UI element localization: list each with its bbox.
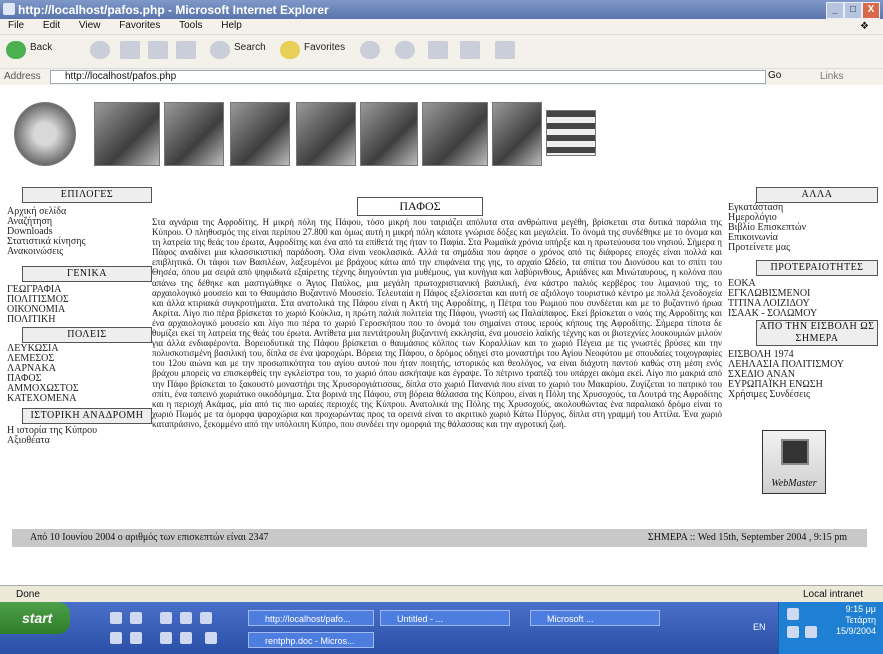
- nav-announcements-link[interactable]: Ανακοινώσεις: [7, 247, 63, 257]
- banner-photo-7: [492, 102, 542, 166]
- search-button[interactable]: Search: [234, 42, 266, 53]
- favorites-star-icon[interactable]: [280, 41, 300, 59]
- banner-photo-5: [360, 102, 418, 166]
- history-icon[interactable]: [360, 41, 380, 59]
- clock-day: Τετάρτη: [845, 615, 876, 625]
- taskbar-word-window[interactable]: rentphp.doc - Micros...: [248, 632, 374, 648]
- ie-icon: [3, 3, 15, 15]
- webmaster-label: WebMaster: [771, 478, 817, 489]
- taskbar-ie-window[interactable]: http://localhost/pafo...: [248, 610, 374, 626]
- stop-icon[interactable]: [120, 41, 140, 59]
- options-header: ΕΠΙΛΟΓΕΣ: [22, 187, 152, 203]
- security-zone: Local intranet: [802, 589, 863, 600]
- quicklaunch-icon-3[interactable]: [160, 612, 172, 624]
- address-bar: Address http://localhost/pafos.php Go Li…: [0, 68, 883, 86]
- banner: [14, 100, 596, 170]
- menu-edit[interactable]: Edit: [43, 20, 60, 31]
- quicklaunch-icon-8[interactable]: [160, 632, 172, 644]
- links-button[interactable]: Links: [820, 71, 843, 82]
- address-input[interactable]: http://localhost/pafos.php: [50, 70, 766, 84]
- banner-photo-2: [164, 102, 224, 166]
- history-header: ΙΣΤΟΡΙΚΗ ΑΝΑΔΡΟΜΗ: [22, 408, 152, 424]
- quicklaunch-icon-6[interactable]: [110, 632, 122, 644]
- forward-arrow-icon[interactable]: [90, 41, 110, 59]
- nav-recommend-link[interactable]: Προτείνετε μας: [728, 243, 790, 253]
- menu-file[interactable]: File: [8, 20, 24, 31]
- taskbar: start http://localhost/pafo... Untitled …: [0, 602, 883, 654]
- window-title: http://localhost/pafos.php - Microsoft I…: [18, 3, 329, 17]
- clock[interactable]: 9:15 μμ Τετάρτη 15/9/2004: [836, 604, 876, 637]
- search-icon[interactable]: [210, 41, 230, 59]
- cities-header: ΠΟΛΕΙΣ: [22, 327, 152, 343]
- close-button[interactable]: X: [862, 2, 880, 19]
- go-button[interactable]: Go: [768, 70, 781, 81]
- back-button[interactable]: Back: [30, 42, 52, 53]
- banner-photo-1: [94, 102, 160, 166]
- quicklaunch-icon-7[interactable]: [130, 632, 142, 644]
- computer-icon: [781, 439, 809, 465]
- windows-logo-icon: ❖: [860, 21, 869, 32]
- banner-photo-3: [230, 102, 290, 166]
- quicklaunch-icon-4[interactable]: [180, 612, 192, 624]
- tray-volume-icon[interactable]: [787, 626, 799, 638]
- mail-icon[interactable]: [395, 41, 415, 59]
- priorities-header: ΠΡΟΤΕΡΑΙΟΤΗΤΕΣ: [756, 260, 878, 276]
- web-page: ΕΠΙΛΟΓΕΣ Αρχική σελίδα Αναζήτηση Downloa…: [0, 85, 883, 585]
- print-icon[interactable]: [428, 41, 448, 59]
- taskbar-window-2[interactable]: Untitled - ...: [380, 610, 510, 626]
- window-title-bar: http://localhost/pafos.php - Microsoft I…: [0, 0, 883, 19]
- quicklaunch-icon-2[interactable]: [130, 612, 142, 624]
- cyprus-seal-image: [14, 102, 76, 166]
- general-header: ΓΕΝΙΚΑ: [22, 266, 152, 282]
- status-bar: Done Local intranet: [0, 585, 883, 603]
- tray-network-icon[interactable]: [787, 608, 799, 620]
- nav-sights-link[interactable]: Αξιοθέατα: [7, 436, 50, 446]
- banner-photo-6: [422, 102, 488, 166]
- nav-isaak-link[interactable]: ΙΣΑΑΚ - ΣΟΛΩΜΟΥ: [728, 309, 817, 319]
- status-text: Done: [16, 589, 40, 600]
- address-label: Address: [4, 71, 41, 82]
- nav-useful-links-link[interactable]: Χρήσιμες Συνδέσεις: [728, 390, 810, 400]
- menu-bar: File Edit View Favorites Tools Help ❖: [0, 19, 883, 34]
- edit-icon[interactable]: [460, 41, 480, 59]
- webmaster-button[interactable]: WebMaster: [762, 430, 826, 494]
- since-invasion-header: ΑΠΟ ΤΗΝ ΕΙΣΒΟΛΗ ΩΣ ΣΗΜΕΡΑ: [756, 320, 878, 346]
- footer-bar: Από 10 Ιουνίου 2004 ο αριθμός των επισκε…: [12, 529, 867, 547]
- maximize-button[interactable]: □: [844, 2, 862, 19]
- menu-help[interactable]: Help: [221, 20, 242, 31]
- toolbar: Back Search Favorites: [0, 34, 883, 69]
- nav-occupied-link[interactable]: ΚΑΤΕΧΟΜΕΝΑ: [7, 394, 76, 404]
- language-indicator[interactable]: EN: [753, 622, 766, 632]
- menu-favorites[interactable]: Favorites: [119, 20, 160, 31]
- refresh-icon[interactable]: [148, 41, 168, 59]
- back-arrow-icon[interactable]: [6, 41, 26, 59]
- menu-tools[interactable]: Tools: [179, 20, 202, 31]
- other-header: ΑΛΛΑ: [756, 187, 878, 203]
- greek-flag-image: [546, 110, 596, 156]
- tray-app-icon[interactable]: [805, 626, 817, 638]
- visitor-counter: Από 10 Ιουνίου 2004 ο αριθμός των επισκε…: [30, 532, 269, 543]
- taskbar-window-3[interactable]: Microsoft ...: [530, 610, 660, 626]
- minimize-button[interactable]: _: [826, 2, 844, 19]
- quicklaunch-icon-5[interactable]: [200, 612, 212, 624]
- clock-time: 9:15 μμ: [845, 604, 876, 614]
- nav-politics-link[interactable]: ΠΟΛΙΤΙΚΗ: [7, 315, 55, 325]
- quicklaunch-icon-9[interactable]: [180, 632, 192, 644]
- page-title: ΠΑΦΟΣ: [357, 197, 483, 216]
- home-icon[interactable]: [176, 41, 196, 59]
- article-body: Στα αγνάρια της Αφροδίτης. Η μικρή πόλη …: [152, 217, 722, 429]
- clock-date: 15/9/2004: [835, 626, 876, 636]
- system-tray: EN 9:15 μμ Τετάρτη 15/9/2004: [753, 602, 883, 654]
- favorites-button[interactable]: Favorites: [304, 42, 345, 53]
- quicklaunch-icon-1[interactable]: [110, 612, 122, 624]
- banner-photo-4: [296, 102, 356, 166]
- quicklaunch-icon-10[interactable]: [205, 632, 217, 644]
- start-button[interactable]: start: [0, 602, 70, 634]
- messenger-icon[interactable]: [495, 41, 515, 59]
- today-date: ΣΗΜΕΡΑ :: Wed 15th, September 2004 , 9:1…: [647, 532, 847, 543]
- menu-view[interactable]: View: [79, 20, 101, 31]
